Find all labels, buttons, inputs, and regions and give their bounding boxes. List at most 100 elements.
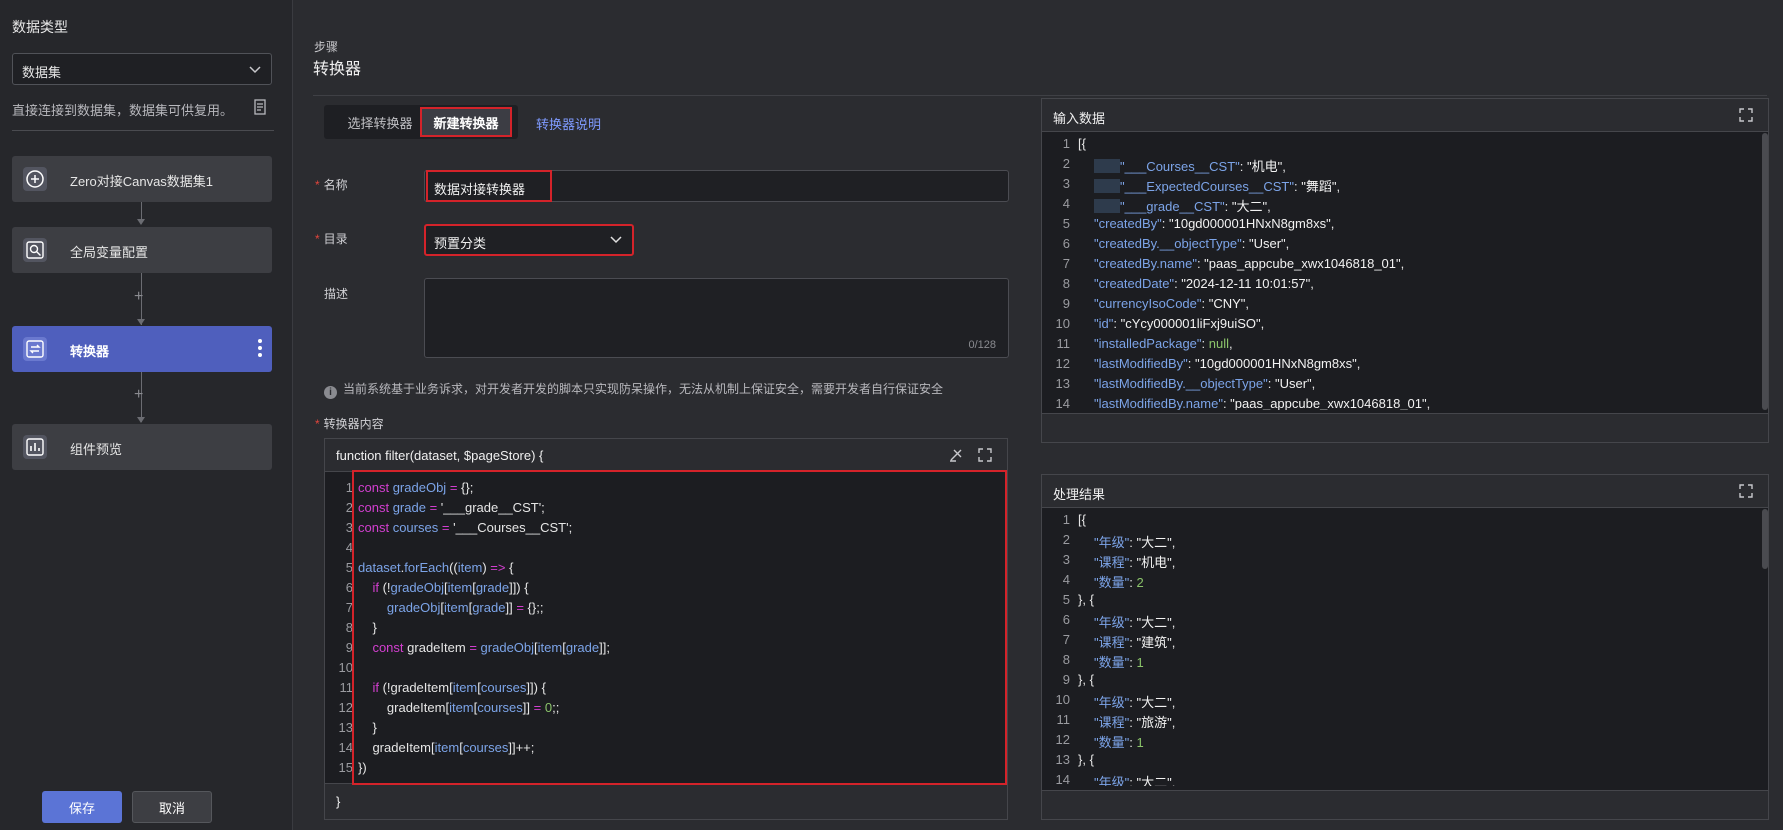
fullscreen-icon[interactable] [1739,484,1753,498]
breadcrumb-label: 步骤 [314,40,339,54]
clear-format-icon[interactable] [948,447,964,463]
json-line: "___grade__CST": "大二", [1094,196,1271,215]
line-number: 9 [1062,672,1070,687]
directory-select[interactable]: 预置分类 [424,224,634,256]
line-number: 14 [1055,396,1070,410]
json-line: "createdBy": "10gd000001HNxN8gm8xs", [1094,216,1335,231]
json-line: "lastModifiedBy.__objectType": "User", [1094,376,1316,391]
json-line: "lastModifiedBy.name": "paas_appcube_xwx… [1094,396,1431,410]
json-line: "数量": 1 [1094,655,1144,670]
json-line: [{ [1078,512,1086,527]
fullscreen-icon[interactable] [1739,108,1753,122]
fullscreen-icon[interactable] [978,448,992,462]
input-json[interactable]: 1 [{2 "___Courses__CST": "机电", 3 "___Expecte… [1042,133,1768,410]
sidebar-hint: 直接连接到数据集，数据集可供复用。 [12,103,234,118]
plus-circle-icon [23,167,47,191]
line-number: 8 [345,620,353,635]
document-icon[interactable] [254,99,268,115]
line-number: 8 [1062,652,1070,667]
line-number: 13 [1055,752,1070,767]
name-label: * 名称 [315,178,348,192]
line-number: 10 [338,660,353,675]
directory-label: * 目录 [315,232,348,246]
line-number: 13 [1055,376,1070,391]
json-line: "createdDate": "2024-12-11 10:01:57", [1094,276,1314,291]
tab-new-converter[interactable]: 新建转换器 [420,107,512,137]
more-options-icon[interactable] [258,339,262,360]
scrollbar[interactable] [1762,133,1768,410]
json-line: "id": "cYcy000001liFxj9uiSO", [1094,316,1265,331]
scrollbar[interactable] [1762,509,1768,569]
directory-value: 预置分类 [434,236,487,251]
line-number: 6 [1062,236,1070,251]
line-number: 2 [345,500,353,515]
line-number: 7 [1062,256,1070,271]
arrow-down-icon [137,417,145,423]
function-close: } [336,794,341,809]
header-divider [313,95,1767,96]
line-number: 3 [345,520,353,535]
line-number: 4 [1062,196,1070,211]
editor-footer: } [325,783,1007,819]
json-line: }, { [1078,592,1094,607]
tab-select-converter[interactable]: 选择转换器 [332,109,428,135]
line-number: 4 [1062,572,1070,587]
json-line: "lastModifiedBy": "10gd000001HNxN8gm8xs"… [1094,356,1361,371]
line-number: 5 [1062,216,1070,231]
data-type-value: 数据集 [22,65,62,80]
result-panel-header: 处理结果 [1042,475,1768,508]
redacted-block [1094,199,1120,213]
redacted-block [1094,179,1120,193]
line-number: 5 [1062,592,1070,607]
input-panel-title: 输入数据 [1053,111,1106,126]
page-title: 转换器 [313,61,362,78]
result-panel-title: 处理结果 [1053,487,1106,502]
data-type-select[interactable]: 数据集 [12,53,272,85]
line-number: 7 [345,600,353,615]
add-step-icon[interactable]: + [134,387,143,403]
json-line: "年级": "大二", [1094,775,1176,786]
step-converter[interactable]: 转换器 [12,326,272,372]
line-number: 11 [1056,336,1071,351]
info-icon: i [324,386,337,399]
arrow-down-icon [137,319,145,325]
line-number: 12 [1055,356,1070,371]
json-line: "年级": "大二", [1094,535,1176,550]
result-json[interactable]: 1 [{2 "年级": "大二", 3 "课程": "机电", 4 "数量": 2 5}, {… [1042,509,1768,786]
json-line: "createdBy.name": "paas_appcube_xwx10468… [1094,256,1405,271]
chevron-down-icon [610,236,622,244]
line-number: 10 [1055,692,1070,707]
line-number: 1 [345,480,353,495]
save-button[interactable]: 保存 [42,791,122,823]
json-line: "年级": "大二", [1094,615,1176,630]
sidebar-title: 数据类型 [12,19,68,35]
step-dataset[interactable]: Zero对接Canvas数据集1 [12,156,272,202]
cancel-button[interactable]: 取消 [132,791,212,823]
json-line: "课程": "建筑", [1094,635,1176,650]
line-number: 5 [345,560,353,575]
converter-tabs: 选择转换器 新建转换器 [324,105,518,139]
step-component-preview[interactable]: 组件预览 [12,424,272,470]
converter-doc-link[interactable]: 转换器说明 [536,114,601,133]
code-highlight-box [352,470,1007,785]
line-number: 14 [338,740,353,755]
editor-header: function filter(dataset, $pageStore) { [325,439,1007,472]
description-textarea[interactable]: 0/128 [424,278,1009,358]
highlight-box [426,170,552,202]
line-number: 6 [345,580,353,595]
json-line: "数量": 2 [1094,575,1144,590]
line-number: 6 [1062,612,1070,627]
step-label: 组件预览 [70,442,123,457]
line-number: 9 [345,640,353,655]
sidebar-divider [12,130,274,131]
json-line: [{ [1078,136,1086,151]
line-number: 1 [1062,512,1070,527]
step-label: 全局变量配置 [70,245,149,260]
variable-icon [23,238,47,262]
line-number: 7 [1062,632,1070,647]
line-number: 10 [1055,316,1070,331]
add-step-icon[interactable]: + [134,289,143,305]
json-line: "数量": 1 [1094,735,1144,750]
line-number: 11 [339,680,354,695]
step-global-variables[interactable]: 全局变量配置 [12,227,272,273]
